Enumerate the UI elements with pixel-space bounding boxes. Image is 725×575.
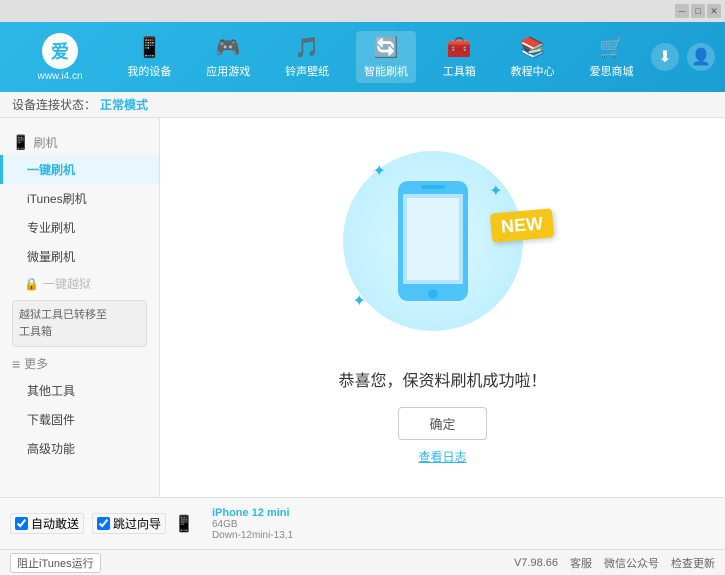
nav-apps-games-label: 应用游戏 [206, 63, 250, 79]
ringtone-icon: 🎵 [295, 35, 320, 60]
sidebar-section-jailbreak-disabled: 🔒 一键越狱 [0, 271, 159, 296]
title-bar: － □ ✕ [0, 0, 725, 22]
more-section-icon: ≡ [12, 356, 20, 372]
smart-flash-icon: 🔄 [374, 35, 399, 60]
flash-section-label: 刷机 [33, 134, 57, 151]
sidebar-section-flash: 📱 刷机 [0, 130, 159, 155]
version-text: V7.98.66 [514, 557, 558, 569]
status-bar: 设备连接状态： 正常模式 [0, 92, 725, 118]
sidebar-item-pro-flash[interactable]: 专业刷机 [0, 213, 159, 242]
sparkle-1: ✦ [373, 161, 386, 181]
nav-tutorial-label: 教程中心 [511, 63, 555, 79]
main-layout: 📱 刷机 一键刷机 iTunes刷机 专业刷机 微量刷机 🔒 一键越狱 越狱工具… [0, 118, 725, 497]
maximize-button[interactable]: □ [691, 4, 705, 18]
nav-my-device[interactable]: 📱 我的设备 [119, 31, 179, 83]
check-update-link[interactable]: 检查更新 [671, 555, 715, 571]
sparkle-2: ✦ [489, 181, 502, 201]
other-tools-label: 其他工具 [27, 384, 75, 398]
minimize-button[interactable]: － [675, 4, 689, 18]
sparkle-3: ✦ [353, 291, 366, 311]
bottom-bar: 阻止iTunes运行 V7.98.66 客服 微信公众号 检查更新 [0, 549, 725, 575]
sidebar-item-advanced[interactable]: 高级功能 [0, 434, 159, 463]
lock-icon: 🔒 [24, 277, 39, 291]
auto-detect-checkbox[interactable] [15, 517, 28, 530]
nav-right-buttons: ⬇ 👤 [651, 43, 715, 71]
one-key-flash-label: 一键刷机 [27, 163, 75, 177]
nav-smart-flash-label: 智能刷机 [364, 63, 408, 79]
auto-detect-label: 自动敢送 [31, 515, 79, 532]
toolbox-icon: 🧰 [447, 35, 472, 60]
status-value: 正常模式 [100, 96, 148, 113]
download-button[interactable]: ⬇ [651, 43, 679, 71]
sidebar: 📱 刷机 一键刷机 iTunes刷机 专业刷机 微量刷机 🔒 一键越狱 越狱工具… [0, 118, 160, 497]
stop-itunes-button[interactable]: 阻止iTunes运行 [10, 553, 101, 573]
nav-smart-flash[interactable]: 🔄 智能刷机 [356, 31, 416, 83]
user-button[interactable]: 👤 [687, 43, 715, 71]
customer-service-link[interactable]: 客服 [570, 555, 592, 571]
device-name: iPhone 12 mini [212, 507, 293, 519]
device-phone-icon: 📱 [174, 514, 194, 534]
sidebar-item-micro-flash[interactable]: 微量刷机 [0, 242, 159, 271]
sidebar-item-itunes-flash[interactable]: iTunes刷机 [0, 184, 159, 213]
nav-ringtone-label: 铃声壁纸 [285, 63, 329, 79]
new-badge: NEW [489, 208, 553, 242]
jailbreak-note-text: 越狱工具已转移至工具箱 [19, 309, 107, 338]
success-message: 恭喜您，保资料刷机成功啦！ [338, 367, 546, 391]
device-storage: 64GB [212, 519, 293, 530]
flash-section-icon: 📱 [12, 134, 29, 151]
nav-mall[interactable]: 🛒 爱思商城 [581, 31, 641, 83]
pro-flash-label: 专业刷机 [27, 221, 75, 235]
sidebar-item-other-tools[interactable]: 其他工具 [0, 376, 159, 405]
logo-area: 爱 www.i4.cn [10, 33, 110, 82]
advanced-label: 高级功能 [27, 442, 75, 456]
header: 爱 www.i4.cn 📱 我的设备 🎮 应用游戏 🎵 铃声壁纸 🔄 智能刷机 … [0, 22, 725, 92]
bottom-left: 阻止iTunes运行 [10, 553, 514, 573]
nav-apps-games[interactable]: 🎮 应用游戏 [198, 31, 258, 83]
success-illustration: ✦ ✦ ✦ NEW [343, 151, 543, 351]
skip-wizard-label: 跳过向导 [113, 515, 161, 532]
device-info: iPhone 12 mini 64GB Down-12mini-13,1 [212, 507, 293, 541]
wechat-link[interactable]: 微信公众号 [604, 555, 659, 571]
more-section-label: 更多 [24, 355, 48, 372]
nav-my-device-label: 我的设备 [127, 63, 171, 79]
mall-icon: 🛒 [599, 35, 624, 60]
micro-flash-label: 微量刷机 [27, 250, 75, 264]
skip-wizard-checkbox-label[interactable]: 跳过向导 [92, 513, 166, 534]
bottom-right: V7.98.66 客服 微信公众号 检查更新 [514, 555, 715, 571]
device-bar: 自动敢送 跳过向导 📱 iPhone 12 mini 64GB Down-12m… [0, 497, 725, 549]
sidebar-item-one-key-flash[interactable]: 一键刷机 [0, 155, 159, 184]
close-button[interactable]: ✕ [707, 4, 721, 18]
itunes-flash-label: iTunes刷机 [27, 192, 87, 206]
sidebar-section-more: ≡ 更多 [0, 351, 159, 376]
device-system: Down-12mini-13,1 [212, 530, 293, 541]
sidebar-item-download-firmware[interactable]: 下载固件 [0, 405, 159, 434]
skip-wizard-checkbox[interactable] [97, 517, 110, 530]
nav-tutorial[interactable]: 📚 教程中心 [503, 31, 563, 83]
nav-bar: 📱 我的设备 🎮 应用游戏 🎵 铃声壁纸 🔄 智能刷机 🧰 工具箱 📚 教程中心… [110, 31, 651, 83]
my-device-icon: 📱 [137, 35, 162, 60]
confirm-button[interactable]: 确定 [398, 407, 486, 440]
nav-mall-label: 爱思商城 [589, 63, 633, 79]
phone-svg [393, 176, 473, 306]
download-firmware-label: 下载固件 [27, 413, 75, 427]
auto-detect-checkbox-label[interactable]: 自动敢送 [10, 513, 84, 534]
logo-icon: 爱 [42, 33, 78, 69]
logo-text: www.i4.cn [37, 71, 82, 82]
status-label: 设备连接状态： [12, 96, 96, 113]
view-log-link[interactable]: 查看日志 [418, 448, 466, 465]
jailbreak-note: 越狱工具已转移至工具箱 [12, 300, 147, 347]
new-badge-text: NEW [500, 213, 544, 237]
nav-toolbox-label: 工具箱 [443, 63, 476, 79]
jailbreak-label: 一键越狱 [43, 275, 91, 292]
nav-toolbox[interactable]: 🧰 工具箱 [435, 31, 484, 83]
tutorial-icon: 📚 [520, 35, 545, 60]
nav-ringtone-wallpaper[interactable]: 🎵 铃声壁纸 [277, 31, 337, 83]
apps-games-icon: 🎮 [216, 35, 241, 60]
content-area: ✦ ✦ ✦ NEW 恭喜您，保资料刷机成功啦！ 确定 查看日志 [160, 118, 725, 497]
